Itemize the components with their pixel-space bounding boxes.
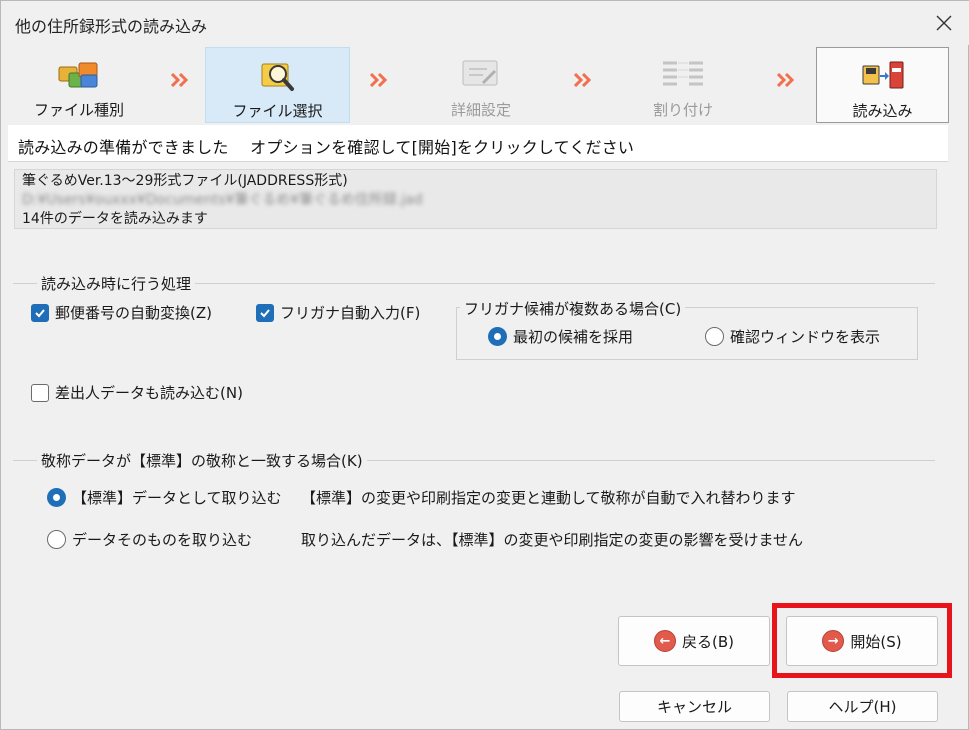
record-count-text: 14件のデータを読み込みます — [22, 211, 208, 227]
radio-dot[interactable] — [47, 530, 66, 549]
processing-group-label: 読み込み時に行う処理 — [37, 273, 196, 294]
settings-tools-icon — [462, 60, 498, 86]
status-message: 読み込みの準備ができました オプションを確認して[開始]をクリックしてください — [18, 138, 635, 157]
back-button[interactable]: ← 戻る(B) — [618, 616, 770, 666]
cancel-button-label: キャンセル — [656, 698, 732, 716]
sender-data-checkbox[interactable]: 差出人データも読み込む(N) — [31, 382, 243, 403]
radio-label: データそのものを取り込む — [72, 531, 253, 549]
radio-label: 確認ウィンドウを表示 — [730, 328, 881, 346]
file-path-text: D:¥Users¥ouxxx¥Documents¥筆ぐるめ¥筆ぐるめ住所録.ja… — [22, 192, 423, 208]
check-icon — [35, 308, 45, 317]
step-arrow-icon — [574, 73, 592, 87]
step-file-type[interactable]: ファイル種別 — [9, 47, 149, 123]
postal-convert-checkbox[interactable]: 郵便番号の自動変換(Z) — [31, 302, 212, 323]
step-label: 読み込み — [852, 102, 913, 120]
radio-label: 【標準】データとして取り込む — [72, 489, 282, 507]
help-button[interactable]: ヘルプ(H) — [787, 691, 938, 722]
radio-dot[interactable] — [488, 327, 507, 346]
furigana-input-label: フリガナ自動入力(F) — [280, 304, 421, 322]
title-bar: 他の住所録形式の読み込み — [1, 1, 969, 45]
furigana-multiple-label: フリガナ候補が複数ある場合(C) — [460, 298, 686, 319]
checkbox-box[interactable] — [31, 303, 49, 322]
close-icon — [936, 15, 952, 31]
radio-label: 最初の候補を採用 — [513, 328, 634, 346]
close-button[interactable] — [928, 7, 960, 39]
honorific-group-label: 敬称データが【標準】の敬称と一致する場合(K) — [37, 450, 367, 471]
checkbox-box[interactable] — [31, 383, 49, 402]
step-label: ファイル選択 — [232, 102, 323, 120]
help-button-label: ヘルプ(H) — [828, 698, 897, 716]
import-book-icon — [862, 61, 903, 89]
status-banner: 読み込みの準備ができました オプションを確認して[開始]をクリックしてください — [8, 125, 948, 162]
mapping-lines-icon — [663, 61, 703, 86]
folders-icon — [58, 62, 98, 88]
check-icon — [260, 308, 270, 317]
file-format-text: 筆ぐるめVer.13～29形式ファイル(JADDRESS形式) — [22, 173, 348, 189]
honorific-standard-desc: 【標準】の変更や印刷指定の変更と連動して敬称が自動で入れ替わります — [301, 489, 796, 507]
furigana-input-checkbox[interactable]: フリガナ自動入力(F) — [256, 302, 420, 323]
step-arrow-icon — [370, 73, 388, 87]
step-arrow-icon — [171, 73, 189, 87]
step-label: ファイル種別 — [33, 101, 124, 119]
back-button-label: 戻る(B) — [682, 632, 734, 651]
step-import[interactable]: 読み込み — [816, 47, 949, 123]
back-arrow-icon: ← — [654, 630, 676, 652]
furigana-first-candidate-radio[interactable]: 最初の候補を採用 — [488, 326, 633, 347]
window-title: 他の住所録形式の読み込み — [15, 17, 208, 36]
furigana-confirm-window-radio[interactable]: 確認ウィンドウを表示 — [705, 326, 880, 347]
step-label: 詳細設定 — [450, 101, 511, 119]
honorific-raw-radio[interactable]: データそのものを取り込む — [47, 529, 252, 550]
step-assignment[interactable]: 割り付け — [613, 47, 753, 123]
step-label: 割り付け — [652, 101, 713, 119]
import-dialog: 他の住所録形式の読み込み ファイル種別 ファイル選択 詳細設定 割り付け 読み込… — [0, 0, 969, 730]
sender-data-label: 差出人データも読み込む(N) — [55, 384, 243, 402]
magnifier-icon — [261, 63, 294, 91]
step-arrow-icon — [777, 73, 795, 87]
checkbox-box[interactable] — [256, 303, 274, 322]
honorific-standard-radio[interactable]: 【標準】データとして取り込む — [47, 487, 282, 508]
step-detail-settings[interactable]: 詳細設定 — [411, 47, 551, 123]
postal-convert-label: 郵便番号の自動変換(Z) — [55, 304, 212, 322]
radio-dot[interactable] — [705, 327, 724, 346]
wizard-steps: ファイル種別 ファイル選択 詳細設定 割り付け 読み込み — [1, 47, 969, 123]
start-button-highlight — [772, 603, 952, 678]
cancel-button[interactable]: キャンセル — [619, 691, 770, 722]
radio-dot[interactable] — [47, 488, 66, 507]
honorific-raw-desc: 取り込んだデータは、【標準】の変更や印刷指定の変更の影響を受けません — [301, 531, 804, 549]
file-info-box: 筆ぐるめVer.13～29形式ファイル(JADDRESS形式) D:¥Users… — [14, 169, 937, 229]
step-file-select[interactable]: ファイル選択 — [205, 47, 350, 123]
